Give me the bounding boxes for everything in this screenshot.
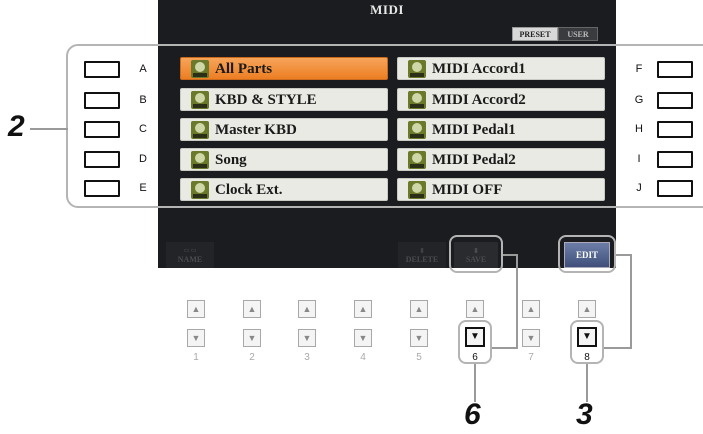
name-menu-item[interactable]: ▭ ▭ NAME [166,242,214,268]
button-i[interactable] [657,151,693,168]
file-item-label: MIDI Pedal2 [432,152,516,168]
down-button-3[interactable]: ▼ [298,329,316,347]
file-item-kbd-style[interactable]: KBD & STYLE [180,88,388,111]
button-g[interactable] [657,92,693,109]
file-item-midi-pedal1[interactable]: MIDI Pedal1 [397,118,605,141]
midi-file-icon [191,121,209,139]
button-c[interactable] [84,121,120,138]
button-e[interactable] [84,180,120,197]
up-button-7[interactable]: ▲ [522,300,540,318]
tab-user[interactable]: USER [558,27,598,41]
button-i-label: I [637,153,641,165]
delete-label: DELETE [405,255,439,264]
button-a[interactable] [84,61,120,78]
button-h-label: H [635,123,643,135]
file-item-label: MIDI OFF [432,182,503,198]
midi-file-icon [408,91,426,109]
button-number-5: 5 [416,352,422,363]
file-item-label: MIDI Accord2 [432,92,526,108]
name-label: NAME [177,255,203,264]
screen-title: MIDI [370,2,404,17]
button-number-2: 2 [249,352,255,363]
file-item-label: All Parts [215,61,273,77]
tab-preset[interactable]: PRESET [512,27,558,41]
connector-save-h [503,254,517,256]
up-button-1[interactable]: ▲ [187,300,205,318]
button-f[interactable] [657,61,693,78]
save-menu-item[interactable]: ▮ SAVE [454,242,498,268]
up-button-2[interactable]: ▲ [243,300,261,318]
button-number-3: 3 [304,352,310,363]
file-item-song[interactable]: Song [180,148,388,171]
file-item-label: MIDI Accord1 [432,61,526,77]
delete-menu-item[interactable]: ▮ DELETE [398,242,446,268]
file-item-clock-ext[interactable]: Clock Ext. [180,178,388,201]
edit-button[interactable]: EDIT [564,242,610,268]
down-button-1[interactable]: ▼ [187,329,205,347]
button-h[interactable] [657,121,693,138]
button-a-label: A [139,63,147,75]
save-label: SAVE [465,255,487,264]
connector-6-down [474,364,476,402]
file-item-midi-off[interactable]: MIDI OFF [397,178,605,201]
file-item-label: Master KBD [215,122,297,138]
midi-file-icon [408,181,426,199]
up-button-8[interactable]: ▲ [578,300,596,318]
connector-save-to-6 [492,347,518,349]
button-g-label: G [634,94,644,106]
down-button-5[interactable]: ▼ [410,329,428,347]
file-item-midi-accord2[interactable]: MIDI Accord2 [397,88,605,111]
midi-file-icon [408,121,426,139]
callout-line [30,128,68,130]
midi-file-icon [191,91,209,109]
up-button-3[interactable]: ▲ [298,300,316,318]
midi-file-icon [191,60,209,78]
up-button-5[interactable]: ▲ [410,300,428,318]
connector-8-down [586,364,588,402]
midi-file-icon [408,60,426,78]
down-button-4[interactable]: ▼ [354,329,372,347]
button-b-label: B [139,94,147,106]
button-c-label: C [139,123,147,135]
callout-step-6: 6 [464,398,481,431]
button-f-label: F [635,63,643,75]
button-b[interactable] [84,92,120,109]
down-button-7[interactable]: ▼ [522,329,540,347]
midi-file-icon [191,151,209,169]
down-button-2[interactable]: ▼ [243,329,261,347]
button-e-label: E [139,182,147,194]
button-j-label: J [636,182,642,194]
button-d[interactable] [84,151,120,168]
file-item-master-kbd[interactable]: Master KBD [180,118,388,141]
connector-save-v [516,254,518,348]
button-j[interactable] [657,180,693,197]
callout-button-8-frame [570,320,604,364]
midi-file-icon [408,151,426,169]
midi-file-icon [191,181,209,199]
callout-step-2: 2 [8,110,25,143]
callout-button-6-frame [458,320,492,364]
file-item-midi-pedal2[interactable]: MIDI Pedal2 [397,148,605,171]
connector-edit-to-8 [604,347,632,349]
connector-edit-v [630,254,632,348]
up-button-4[interactable]: ▲ [354,300,372,318]
up-button-6[interactable]: ▲ [466,300,484,318]
button-number-1: 1 [193,352,199,363]
file-item-all-parts[interactable]: All Parts [180,57,388,80]
button-number-7: 7 [528,352,534,363]
button-d-label: D [139,153,147,165]
callout-step-3: 3 [576,398,593,431]
file-item-midi-accord1[interactable]: MIDI Accord1 [397,57,605,80]
button-number-4: 4 [360,352,366,363]
file-item-label: MIDI Pedal1 [432,122,516,138]
file-item-label: Song [215,152,247,168]
file-item-label: Clock Ext. [215,182,283,198]
file-item-label: KBD & STYLE [215,92,317,108]
